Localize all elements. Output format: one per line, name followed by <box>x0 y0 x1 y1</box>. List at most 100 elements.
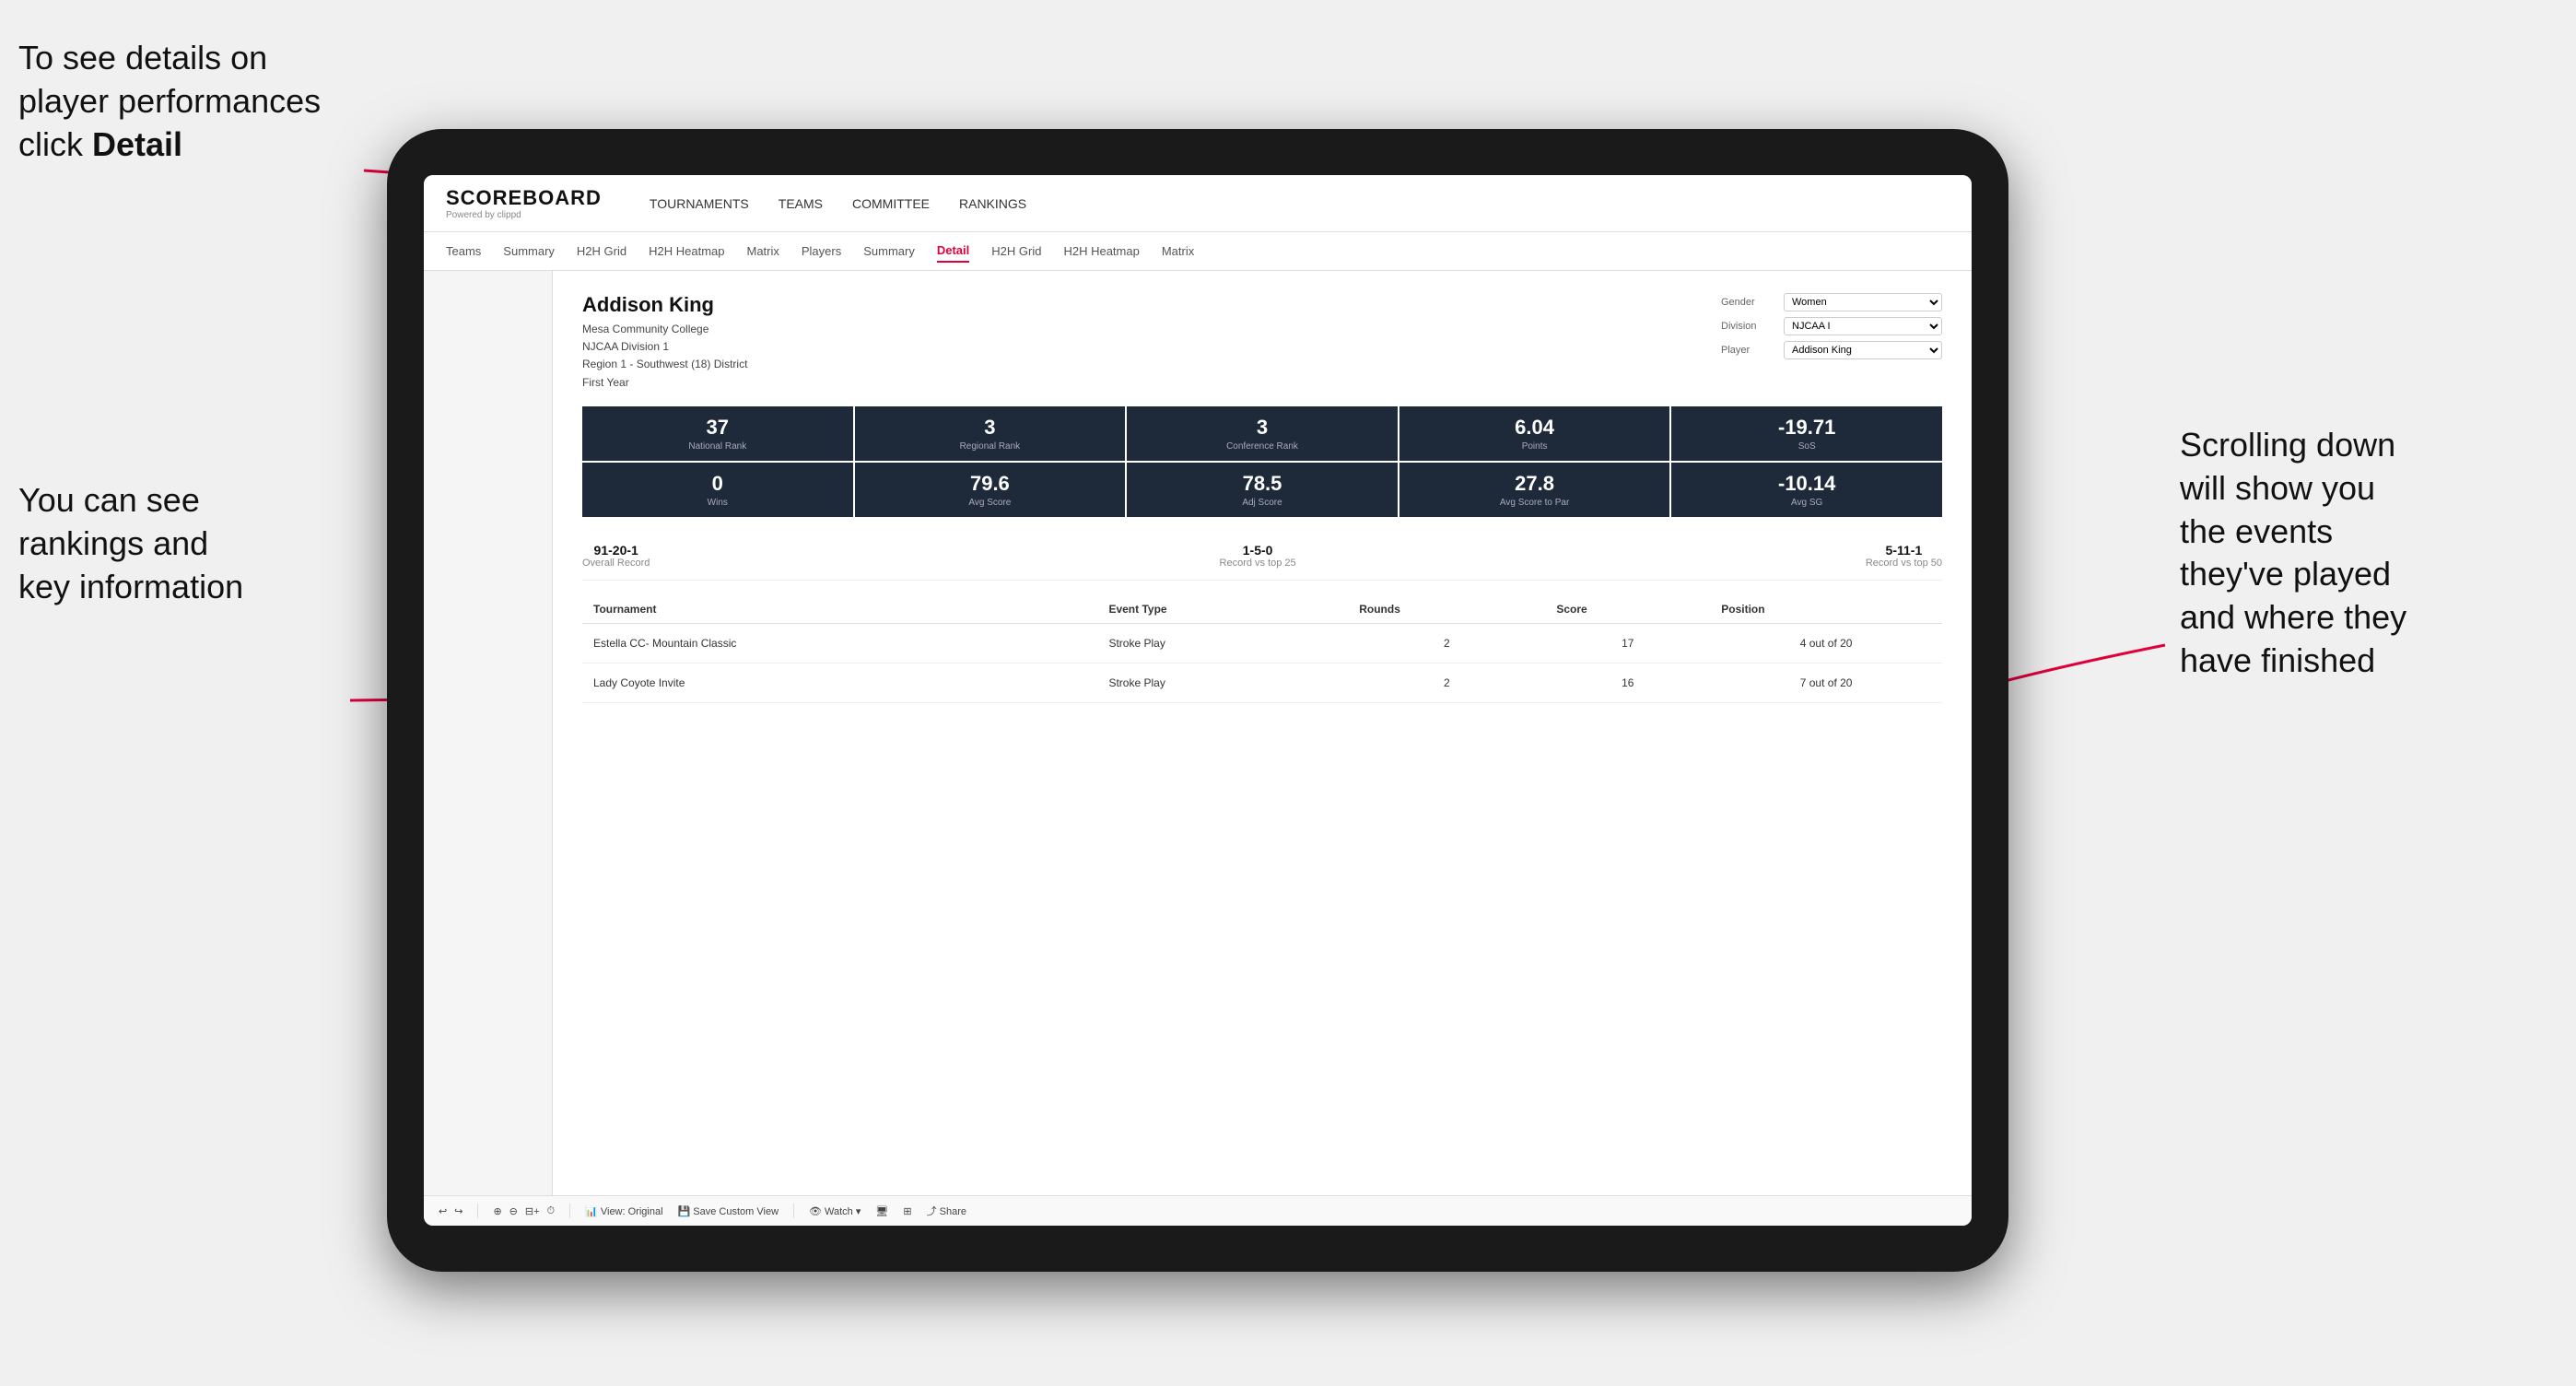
subnav-h2h-grid2[interactable]: H2H Grid <box>991 241 1041 262</box>
record-overall-value: 91-20-1 <box>582 543 650 558</box>
subnav-h2h-heatmap[interactable]: H2H Heatmap <box>649 241 724 262</box>
stat-value-adj-score: 78.5 <box>1134 472 1390 496</box>
stat-value-sos: -19.71 <box>1679 416 1935 440</box>
view-original-button[interactable]: 📊 View: Original <box>585 1205 662 1217</box>
annotation-bl-line2: rankings and <box>18 524 208 562</box>
player-label: Player <box>1721 345 1776 356</box>
annotation-line1: To see details on <box>18 39 267 76</box>
redo-button[interactable]: ↪ <box>454 1205 463 1217</box>
toolbar-divider2 <box>569 1204 570 1218</box>
subnav-detail[interactable]: Detail <box>937 240 969 263</box>
table-header: Tournament Event Type Rounds Score Posit… <box>582 595 1942 624</box>
stat-value-wins: 0 <box>590 472 846 496</box>
th-score: Score <box>1545 595 1710 624</box>
subnav-players[interactable]: Players <box>802 241 841 262</box>
nav-committee[interactable]: COMMITTEE <box>852 193 930 215</box>
zoom-in-button[interactable]: ⊕ <box>493 1205 501 1217</box>
stat-value-national-rank: 37 <box>590 416 846 440</box>
annotation-line3-bold: Detail <box>92 125 182 163</box>
stat-adj-score: 78.5 Adj Score <box>1127 463 1398 517</box>
stat-label-conference-rank: Conference Rank <box>1134 441 1390 452</box>
tablet-screen: SCOREBOARD Powered by clippd TOURNAMENTS… <box>424 175 1972 1226</box>
record-top25-label: Record vs top 25 <box>1220 558 1296 569</box>
stats-grid-row2: 0 Wins 79.6 Avg Score 78.5 Adj Score 27.… <box>582 463 1942 517</box>
player-controls: Gender Women Division NJCAA I <box>1721 293 1942 359</box>
record-overall: 91-20-1 Overall Record <box>582 543 650 569</box>
stat-value-avg-sg: -10.14 <box>1679 472 1935 496</box>
annotation-r-line4: they've played <box>2180 555 2391 593</box>
stat-label-adj-score: Adj Score <box>1134 498 1390 508</box>
row0-event-type: Stroke Play <box>1097 623 1348 663</box>
annotation-r-line5: and where they <box>2180 598 2406 636</box>
stat-label-avg-score: Avg Score <box>862 498 1118 508</box>
share-button[interactable]: ⤴ Share <box>927 1204 966 1218</box>
grid-button[interactable]: ⊞ <box>903 1205 911 1217</box>
table-body: Estella CC- Mountain Classic Stroke Play… <box>582 623 1942 702</box>
division-select[interactable]: NJCAA I <box>1784 317 1942 335</box>
stat-label-wins: Wins <box>590 498 846 508</box>
annotation-r-line6: have finished <box>2180 641 2375 679</box>
stat-value-avg-score: 79.6 <box>862 472 1118 496</box>
undo-button[interactable]: ↩ <box>439 1205 447 1217</box>
annotation-r-line2: will show you <box>2180 469 2375 507</box>
tournament-table: Tournament Event Type Rounds Score Posit… <box>582 595 1942 703</box>
player-name: Addison King <box>582 293 747 317</box>
th-rounds: Rounds <box>1348 595 1545 624</box>
gender-label: Gender <box>1721 297 1776 308</box>
division-label: Division <box>1721 321 1776 332</box>
subnav-summary[interactable]: Summary <box>503 241 555 262</box>
logo-main: SCOREBOARD <box>446 186 602 210</box>
zoom-out-button[interactable]: ⊖ <box>509 1205 518 1217</box>
gender-select[interactable]: Women <box>1784 293 1942 311</box>
annotation-topleft: To see details on player performances cl… <box>18 37 369 166</box>
row1-score: 16 <box>1545 663 1710 702</box>
sub-nav: Teams Summary H2H Grid H2H Heatmap Matri… <box>424 232 1972 271</box>
stat-avg-sg: -10.14 Avg SG <box>1671 463 1942 517</box>
stat-sos: -19.71 SoS <box>1671 406 1942 461</box>
player-year: First Year <box>582 374 747 392</box>
nav-rankings[interactable]: RANKINGS <box>959 193 1026 215</box>
player-division: NJCAA Division 1 <box>582 338 747 356</box>
screen-button[interactable]: 🖥 <box>875 1205 888 1217</box>
subnav-teams[interactable]: Teams <box>446 241 481 262</box>
stat-avg-score: 79.6 Avg Score <box>855 463 1126 517</box>
subnav-matrix[interactable]: Matrix <box>746 241 779 262</box>
subnav-summary2[interactable]: Summary <box>863 241 915 262</box>
stat-label-avg-score-par: Avg Score to Par <box>1407 498 1663 508</box>
record-top50-label: Record vs top 50 <box>1866 558 1942 569</box>
nav-tournaments[interactable]: TOURNAMENTS <box>650 193 749 215</box>
stat-national-rank: 37 National Rank <box>582 406 853 461</box>
annotation-r-line3: the events <box>2180 512 2333 550</box>
tablet: SCOREBOARD Powered by clippd TOURNAMENTS… <box>387 129 2008 1272</box>
player-select[interactable]: Addison King <box>1784 341 1942 359</box>
annotation-right: Scrolling down will show you the events … <box>2180 424 2548 683</box>
record-top50: 5-11-1 Record vs top 50 <box>1866 543 1942 569</box>
annotation-bottomleft: You can see rankings and key information <box>18 479 369 608</box>
stat-label-national-rank: National Rank <box>590 441 846 452</box>
timer-button[interactable]: ⏱ <box>547 1205 556 1217</box>
row0-rounds: 2 <box>1348 623 1545 663</box>
logo-sub: Powered by clippd <box>446 210 602 220</box>
stat-value-conference-rank: 3 <box>1134 416 1390 440</box>
player-school: Mesa Community College <box>582 321 747 338</box>
toolbar-undo-group: ↩ ↪ <box>439 1205 463 1217</box>
subnav-h2h-grid[interactable]: H2H Grid <box>577 241 626 262</box>
bottom-toolbar: ↩ ↪ ⊕ ⊖ ⊟+ ⏱ 📊 View: Original 💾 Save Cus… <box>424 1195 1972 1226</box>
stat-avg-score-par: 27.8 Avg Score to Par <box>1399 463 1670 517</box>
save-custom-view-button[interactable]: 💾 Save Custom View <box>678 1205 779 1217</box>
stat-regional-rank: 3 Regional Rank <box>855 406 1126 461</box>
nav-teams[interactable]: TEAMS <box>779 193 823 215</box>
subnav-matrix2[interactable]: Matrix <box>1162 241 1194 262</box>
row1-tournament: Lady Coyote Invite <box>582 663 1097 702</box>
stat-value-points: 6.04 <box>1407 416 1663 440</box>
content-area: Addison King Mesa Community College NJCA… <box>553 271 1972 1195</box>
toolbar-divider3 <box>793 1204 794 1218</box>
player-header: Addison King Mesa Community College NJCA… <box>582 293 1942 392</box>
row0-score: 17 <box>1545 623 1710 663</box>
adjust-button[interactable]: ⊟+ <box>525 1205 540 1217</box>
watch-button[interactable]: 👁 Watch ▾ <box>809 1205 861 1217</box>
subnav-h2h-heatmap2[interactable]: H2H Heatmap <box>1063 241 1139 262</box>
th-position: Position <box>1710 595 1942 624</box>
stat-label-regional-rank: Regional Rank <box>862 441 1118 452</box>
row1-rounds: 2 <box>1348 663 1545 702</box>
